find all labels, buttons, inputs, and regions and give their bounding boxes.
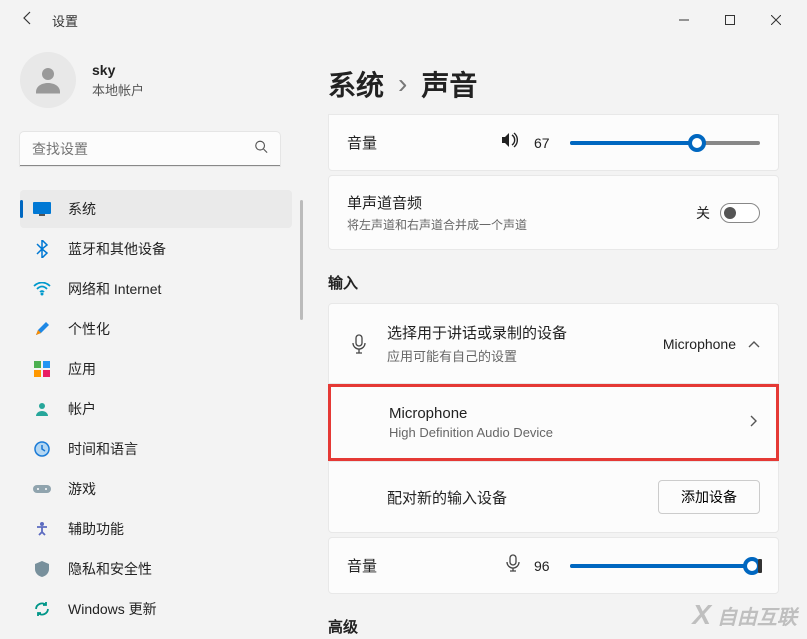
nav-label: 网络和 Internet [68, 279, 161, 299]
clock-icon [32, 439, 52, 459]
nav-gaming[interactable]: 游戏 [20, 470, 292, 508]
chevron-right-icon [750, 414, 758, 432]
input-section-title: 输入 [328, 272, 779, 293]
microphone-icon [347, 334, 371, 354]
nav-time-language[interactable]: 时间和语言 [20, 430, 292, 468]
pair-label: 配对新的输入设备 [387, 487, 658, 508]
gamepad-icon [32, 479, 52, 499]
mono-title: 单声道音频 [347, 192, 527, 213]
breadcrumb: 系统 › 声音 [328, 64, 779, 104]
nav-label: 辅助功能 [68, 519, 124, 539]
nav-label: 游戏 [68, 479, 96, 499]
mono-subtitle: 将左声道和右声道合并成一个声道 [347, 216, 527, 233]
nav-label: Windows 更新 [68, 599, 157, 619]
pair-device-row: 配对新的输入设备 添加设备 [328, 461, 779, 533]
profile-name: sky [92, 62, 144, 78]
breadcrumb-root[interactable]: 系统 [328, 64, 384, 104]
profile-subtitle: 本地帐户 [92, 80, 144, 99]
breadcrumb-current: 声音 [421, 64, 477, 104]
input-volume-card: 音量 96 [328, 537, 779, 594]
nav-label: 系统 [68, 199, 96, 219]
selected-device-value: Microphone [663, 336, 736, 352]
mono-audio-card: 单声道音频 将左声道和右声道合并成一个声道 关 [328, 175, 779, 250]
back-button[interactable] [8, 10, 48, 31]
update-icon [32, 599, 52, 619]
select-device-sub: 应用可能有自己的设置 [387, 346, 663, 365]
mono-toggle[interactable] [720, 203, 760, 223]
nav-personalization[interactable]: 个性化 [20, 310, 292, 348]
apps-icon [32, 359, 52, 379]
nav-privacy[interactable]: 隐私和安全性 [20, 550, 292, 588]
output-volume-value: 67 [534, 135, 556, 151]
maximize-button[interactable] [707, 4, 753, 36]
output-volume-card: 音量 67 [328, 114, 779, 171]
brush-icon [32, 319, 52, 339]
nav-label: 隐私和安全性 [68, 559, 152, 579]
nav-accessibility[interactable]: 辅助功能 [20, 510, 292, 548]
speaker-icon[interactable] [500, 131, 520, 154]
chevron-up-icon [748, 335, 760, 353]
accessibility-icon [32, 519, 52, 539]
chevron-right-icon: › [398, 68, 407, 100]
wifi-icon [32, 279, 52, 299]
person-icon [32, 399, 52, 419]
search-icon [254, 140, 268, 159]
nav-system[interactable]: 系统 [20, 190, 292, 228]
search-input[interactable] [20, 132, 280, 166]
close-button[interactable] [753, 4, 799, 36]
microphone-icon[interactable] [506, 554, 520, 577]
window-title: 设置 [52, 11, 78, 30]
search-box[interactable] [20, 132, 280, 166]
nav-label: 时间和语言 [68, 439, 138, 459]
output-volume-label: 音量 [347, 132, 377, 153]
select-input-device-row[interactable]: 选择用于讲话或录制的设备 应用可能有自己的设置 Microphone [328, 303, 779, 384]
nav-label: 帐户 [68, 399, 96, 419]
nav-bluetooth[interactable]: 蓝牙和其他设备 [20, 230, 292, 268]
nav-network[interactable]: 网络和 Internet [20, 270, 292, 308]
bluetooth-icon [32, 239, 52, 259]
system-icon [32, 199, 52, 219]
device-name: Microphone [389, 405, 750, 422]
select-device-title: 选择用于讲话或录制的设备 [387, 322, 663, 343]
output-volume-slider[interactable] [570, 141, 760, 145]
add-device-button[interactable]: 添加设备 [658, 480, 760, 514]
input-volume-slider[interactable] [570, 564, 760, 568]
microphone-device-row[interactable]: Microphone High Definition Audio Device [328, 384, 779, 461]
avatar [20, 52, 76, 108]
input-volume-value: 96 [534, 558, 556, 574]
mono-state-label: 关 [696, 203, 710, 223]
input-volume-label: 音量 [347, 555, 377, 576]
profile-block[interactable]: sky 本地帐户 [0, 40, 300, 128]
nav-accounts[interactable]: 帐户 [20, 390, 292, 428]
nav-label: 应用 [68, 359, 96, 379]
shield-icon [32, 559, 52, 579]
minimize-button[interactable] [661, 4, 707, 36]
nav-label: 个性化 [68, 319, 110, 339]
device-sub: High Definition Audio Device [389, 425, 750, 440]
watermark: X自由互联 [692, 599, 797, 631]
nav-apps[interactable]: 应用 [20, 350, 292, 388]
nav-windows-update[interactable]: Windows 更新 [20, 590, 292, 628]
nav-label: 蓝牙和其他设备 [68, 239, 166, 259]
